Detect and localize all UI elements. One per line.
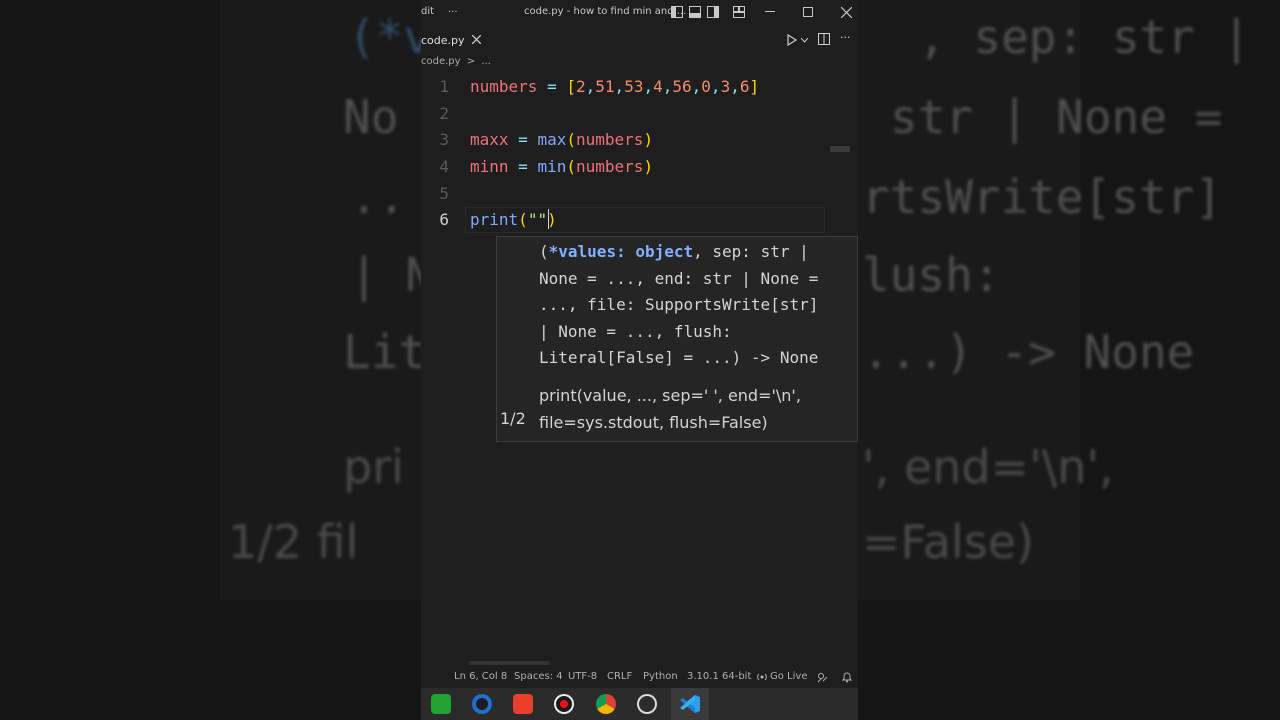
chrome-app-icon[interactable] [596,694,616,714]
maximize-icon[interactable] [803,7,813,17]
token-number: 4 [653,77,663,96]
status-eol[interactable]: CRLF [607,671,632,682]
token-number: 0 [701,77,711,96]
bg-text: 1/2 fil [228,515,359,569]
tab-code-py[interactable]: code.py [421,26,491,54]
token-number: 56 [672,77,692,96]
breadcrumb: code.py > ... [421,56,491,72]
active-parameter: *values: object [548,242,694,261]
run-icon[interactable] [786,34,798,46]
token-string: "" [527,210,548,229]
bg-text: ...) -> None [862,325,1195,379]
breadcrumb-file[interactable]: code.py [421,56,461,67]
bg-text: .. [350,170,406,224]
bg-text: pri [343,440,404,494]
breadcrumb-rest[interactable]: ... [481,56,491,67]
overload-pager[interactable]: 1/2 [500,409,526,428]
status-language[interactable]: Python [643,671,678,682]
signature-help-popup: (*values: object, sep: str | None = ...,… [496,236,858,442]
line-number: 4 [439,157,449,176]
bg-text: rtsWrite[str] [862,170,1223,224]
code-line-6[interactable]: print("") [470,210,557,229]
bg-text: lush: [862,248,1001,302]
code-line-1[interactable]: numbers = [2,51,53,4,56,0,3,6] [470,77,759,96]
chevron-down-icon[interactable] [801,38,808,43]
vscode-app-icon[interactable] [679,694,701,714]
overload-counter: 1/2 [500,409,526,428]
line-number: 1 [439,77,449,96]
token-number: 51 [595,77,615,96]
minimize-icon[interactable] [765,11,775,13]
minimap[interactable] [830,146,850,152]
bg-text: , sep: str | [918,10,1251,64]
bg-text: Lit [343,325,427,379]
obs-app-icon[interactable] [637,694,657,714]
bell-icon[interactable] [842,671,852,683]
bg-text: ', end='\n', [862,440,1114,494]
status-interpreter[interactable]: 3.10.1 64-bit [687,671,751,682]
customize-layout-icon[interactable] [733,6,745,18]
status-indentation[interactable]: Spaces: 4 [514,671,563,682]
status-cursor-position[interactable]: Ln 6, Col 8 [454,671,507,682]
token-function: print [470,210,519,229]
tab-close-icon[interactable] [472,35,481,44]
token-number: 2 [576,77,586,96]
token-bracket: [ [566,77,576,96]
line-number-current: 6 [439,210,449,229]
tab-label: code.py [421,34,465,47]
text-cursor [548,209,549,229]
token-function: min [537,157,567,176]
app-icon-red[interactable] [513,694,533,714]
status-go-live[interactable]: Go Live [770,671,807,682]
bg-text: str | None = [890,90,1223,144]
token-operator: = [547,77,557,96]
close-icon[interactable] [841,7,852,18]
status-encoding[interactable]: UTF-8 [568,671,597,682]
toggle-panel-icon[interactable] [689,6,701,18]
token-variable: numbers [470,77,538,96]
bg-text: (*v [348,10,432,64]
signature-text: (*values: object, sep: str | None = ...,… [539,242,819,368]
window-title: code.py - how to find min and ... [524,6,687,17]
code-line-4[interactable]: minn = min(numbers) [470,157,653,176]
toggle-secondary-sidebar-icon[interactable] [707,6,719,18]
browser-app-icon[interactable] [472,694,492,714]
signature-documentation: print(value, ..., sep=' ', end='\n', fil… [539,386,801,432]
code-line-3[interactable]: maxx = max(numbers) [470,130,653,149]
line-number: 2 [439,104,449,123]
broadcast-icon [757,673,767,681]
token-number: 3 [720,77,731,96]
token-bracket: ] [749,77,760,96]
split-editor-icon[interactable] [818,33,830,45]
horizontal-scrollbar[interactable] [469,661,549,665]
bg-text: =False) [862,515,1034,569]
more-actions-icon[interactable]: ··· [840,31,851,44]
toggle-sidebar-icon[interactable] [671,6,683,18]
status-bar: Ln 6, Col 8 Spaces: 4 UTF-8 CRLF Python … [421,666,858,688]
breadcrumb-separator: > [466,56,476,67]
token-number: 53 [624,77,644,96]
tab-bar: code.py ··· [421,26,858,54]
taskbar [421,688,858,720]
token-function: max [537,130,567,149]
title-bar: dit ... code.py - how to find min and ..… [421,0,858,26]
feedback-icon[interactable] [817,672,828,683]
more-menu-icon[interactable]: ... [448,4,458,15]
bg-text: No [343,90,399,144]
token-variable: maxx [470,130,509,149]
line-number: 3 [439,130,449,149]
record-app-icon[interactable] [554,694,574,714]
menu-edit-fragment[interactable]: dit [421,6,434,17]
pycharm-app-icon[interactable] [431,694,451,714]
line-number: 5 [439,184,449,203]
token-variable: minn [470,157,509,176]
